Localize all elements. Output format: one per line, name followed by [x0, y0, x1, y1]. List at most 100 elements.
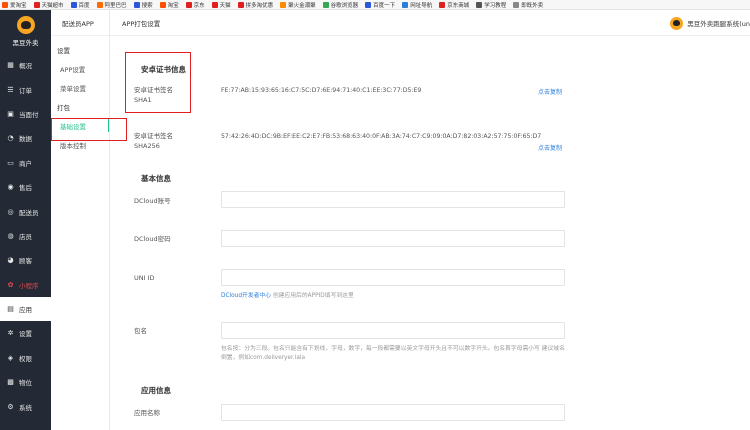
sub-item-app-settings[interactable]: APP设置	[51, 59, 109, 78]
dcloud-account-label: DCloud账号	[134, 197, 171, 205]
sub-group-package: 打包	[57, 103, 70, 112]
main-content: 安卓证书信息 安卓证书签名 SHA1 FE:77:AB:15:93:65:16:…	[110, 37, 750, 430]
sidebar-item-label: 店员	[19, 232, 32, 241]
app-name-label: 应用名称	[134, 409, 160, 417]
uni-id-input[interactable]	[221, 269, 565, 286]
sidebar-item-shield[interactable]: ◈ 权限	[0, 346, 51, 370]
sub-sidebar: 配送员APP 设置 APP设置 菜单设置 打包 基础设置 版本控制	[51, 10, 110, 430]
bookmark-label: 淘宝	[167, 2, 179, 9]
bookmark-label: 即既外卖	[521, 2, 544, 9]
sidebar-item-miniapp[interactable]: ✿ 小程序	[0, 273, 51, 297]
chart-icon: ◔	[7, 134, 14, 143]
sidebar-item-service[interactable]: ◉ 售后	[0, 175, 51, 199]
bookmark-favicon-icon	[402, 1, 409, 8]
bookmark-item[interactable]: 天猫超市	[33, 1, 64, 9]
package-name-input[interactable]	[221, 322, 565, 339]
app-name-input[interactable]	[221, 404, 565, 421]
sha1-value: FE:77:AB:15:93:65:16:C7:5C:D7:6E:94:71:4…	[221, 87, 422, 94]
bookmark-favicon-icon	[33, 1, 40, 8]
package-name-hint: 包名按：分为三段。包名只能含有下划线，字母，数字，每一段都需要以英文字母开头且不…	[221, 346, 565, 361]
bookmark-item[interactable]: 搜索	[133, 1, 153, 9]
page-header: APP打包设置 黑豆外卖跑腿系统(un	[110, 10, 750, 36]
bookmark-item[interactable]: 淘宝	[159, 1, 179, 9]
sub-group-settings: 设置	[57, 46, 70, 55]
sidebar-item-label: 设置	[19, 330, 32, 339]
bookmark-item[interactable]: 京东	[185, 1, 205, 9]
sha256-label-line1: 安卓证书签名	[134, 132, 173, 140]
uni-id-hint: DCloud开发者中心 创建应用后的APPID填写到这里	[221, 292, 566, 301]
sidebar-item-gear[interactable]: ✲ 设置	[0, 321, 51, 345]
bookmark-label: 百度	[78, 2, 90, 9]
bookmark-item[interactable]: 京东商城	[439, 1, 469, 9]
bookmark-label: 拼多淘优惠	[245, 2, 274, 9]
sub-sidebar-title: 配送员APP	[51, 10, 109, 36]
list-icon: ☰	[7, 85, 14, 94]
customer-icon: ◕	[7, 256, 14, 265]
bookmark-item[interactable]: 拼多淘优惠	[237, 1, 274, 9]
sidebar-item-grid[interactable]: ▦ 概况	[0, 53, 51, 77]
sidebar-item-apps[interactable]: ▤ 应用	[0, 296, 51, 322]
sidebar-item-box[interactable]: ▩ 物位	[0, 370, 51, 394]
bookmark-item[interactable]: 聚火金潮聚	[280, 1, 316, 9]
main-sidebar: 黑豆外卖 ▦ 概况 ☰ 订单 ▣ 当面付 ◔ 数据 ▭ 商户 ◉ 售后 ◎ 配送员 ◍ 店员 ◕ 顾客 ✿ 小程序 ▤ 应…	[0, 10, 51, 430]
sidebar-item-label: 概况	[19, 62, 32, 71]
sidebar-item-label: 订单	[19, 86, 32, 95]
package-name-label: 包名	[134, 327, 147, 335]
copy-sha256-link[interactable]: 点击复制	[538, 143, 562, 152]
bookmark-item[interactable]: 百度	[70, 1, 90, 9]
highlight-box-basic-settings	[51, 118, 127, 141]
bookmark-label: 网址导航	[410, 2, 433, 9]
bookmark-item[interactable]: 百度一下	[365, 1, 395, 9]
staff-icon: ◍	[7, 231, 14, 240]
bookmark-favicon-icon	[513, 1, 520, 8]
store-icon: ▭	[7, 158, 14, 167]
bookmark-favicon-icon	[70, 1, 77, 8]
bookmark-label: 爱淘宝	[10, 2, 27, 9]
sidebar-item-label: 顾客	[19, 257, 32, 266]
sidebar-item-chart[interactable]: ◔ 数据	[0, 126, 51, 150]
sidebar-item-staff[interactable]: ◍ 店员	[0, 224, 51, 248]
bookmark-label: 聚火金潮聚	[288, 2, 316, 9]
pay-icon: ▣	[7, 109, 14, 118]
uni-id-hint-text: 创建应用后的APPID填写到这里	[271, 293, 354, 299]
sidebar-item-label: 当面付	[19, 110, 39, 119]
sidebar-item-customer[interactable]: ◕ 顾客	[0, 248, 51, 272]
apps-icon: ▤	[7, 305, 14, 314]
sha256-label-line2: SHA256	[134, 142, 160, 150]
sidebar-item-label: 小程序	[19, 281, 39, 290]
bookmark-label: 阿里巴巴	[104, 2, 127, 9]
bookmark-label: 谷歌浏览器	[330, 2, 359, 9]
brand-logo-icon	[16, 16, 35, 34]
sub-item-menu-settings[interactable]: 菜单设置	[51, 78, 109, 97]
sidebar-item-label: 数据	[19, 135, 32, 144]
sidebar-item-pay[interactable]: ▣ 当面付	[0, 102, 51, 126]
dcloud-dev-center-link[interactable]: DCloud开发者中心	[221, 293, 271, 299]
bookmark-item[interactable]: 即既外卖	[513, 1, 543, 9]
bookmark-favicon-icon	[439, 1, 446, 8]
bookmark-item[interactable]: 谷歌浏览器	[322, 1, 359, 9]
sidebar-item-courier[interactable]: ◎ 配送员	[0, 199, 51, 223]
bookmark-item[interactable]: 天猫	[211, 1, 231, 9]
bookmark-favicon-icon	[322, 1, 329, 8]
copy-sha1-link[interactable]: 点击复制	[538, 87, 562, 96]
bookmark-favicon-icon	[133, 1, 140, 8]
highlight-box-android-cert	[125, 52, 191, 113]
sidebar-item-system[interactable]: ⚙ 系统	[0, 394, 51, 418]
sidebar-item-label: 权限	[19, 354, 32, 363]
sidebar-item-list[interactable]: ☰ 订单	[0, 77, 51, 101]
dcloud-password-input[interactable]	[221, 230, 565, 247]
sha256-value: 57:42:26:4D:DC:9B:EF:EE:C2:E7:FB:53:68:6…	[221, 133, 542, 140]
bookmark-favicon-icon	[96, 1, 103, 8]
bookmark-item[interactable]: 爱淘宝	[2, 1, 27, 9]
user-menu[interactable]: 黑豆外卖跑腿系统(un	[670, 10, 750, 36]
avatar	[670, 16, 684, 30]
bookmark-favicon-icon	[365, 1, 372, 8]
bookmark-item[interactable]: 学习教程	[476, 1, 506, 9]
dcloud-account-input[interactable]	[221, 191, 565, 208]
sidebar-item-label: 系统	[19, 403, 32, 412]
bookmark-item[interactable]: 阿里巴巴	[96, 1, 127, 9]
bookmark-item[interactable]: 网址导航	[402, 1, 432, 9]
bookmark-label: 搜索	[141, 2, 153, 9]
sidebar-item-store[interactable]: ▭ 商户	[0, 151, 51, 175]
brand-logo[interactable]: 黑豆外卖	[0, 10, 51, 53]
